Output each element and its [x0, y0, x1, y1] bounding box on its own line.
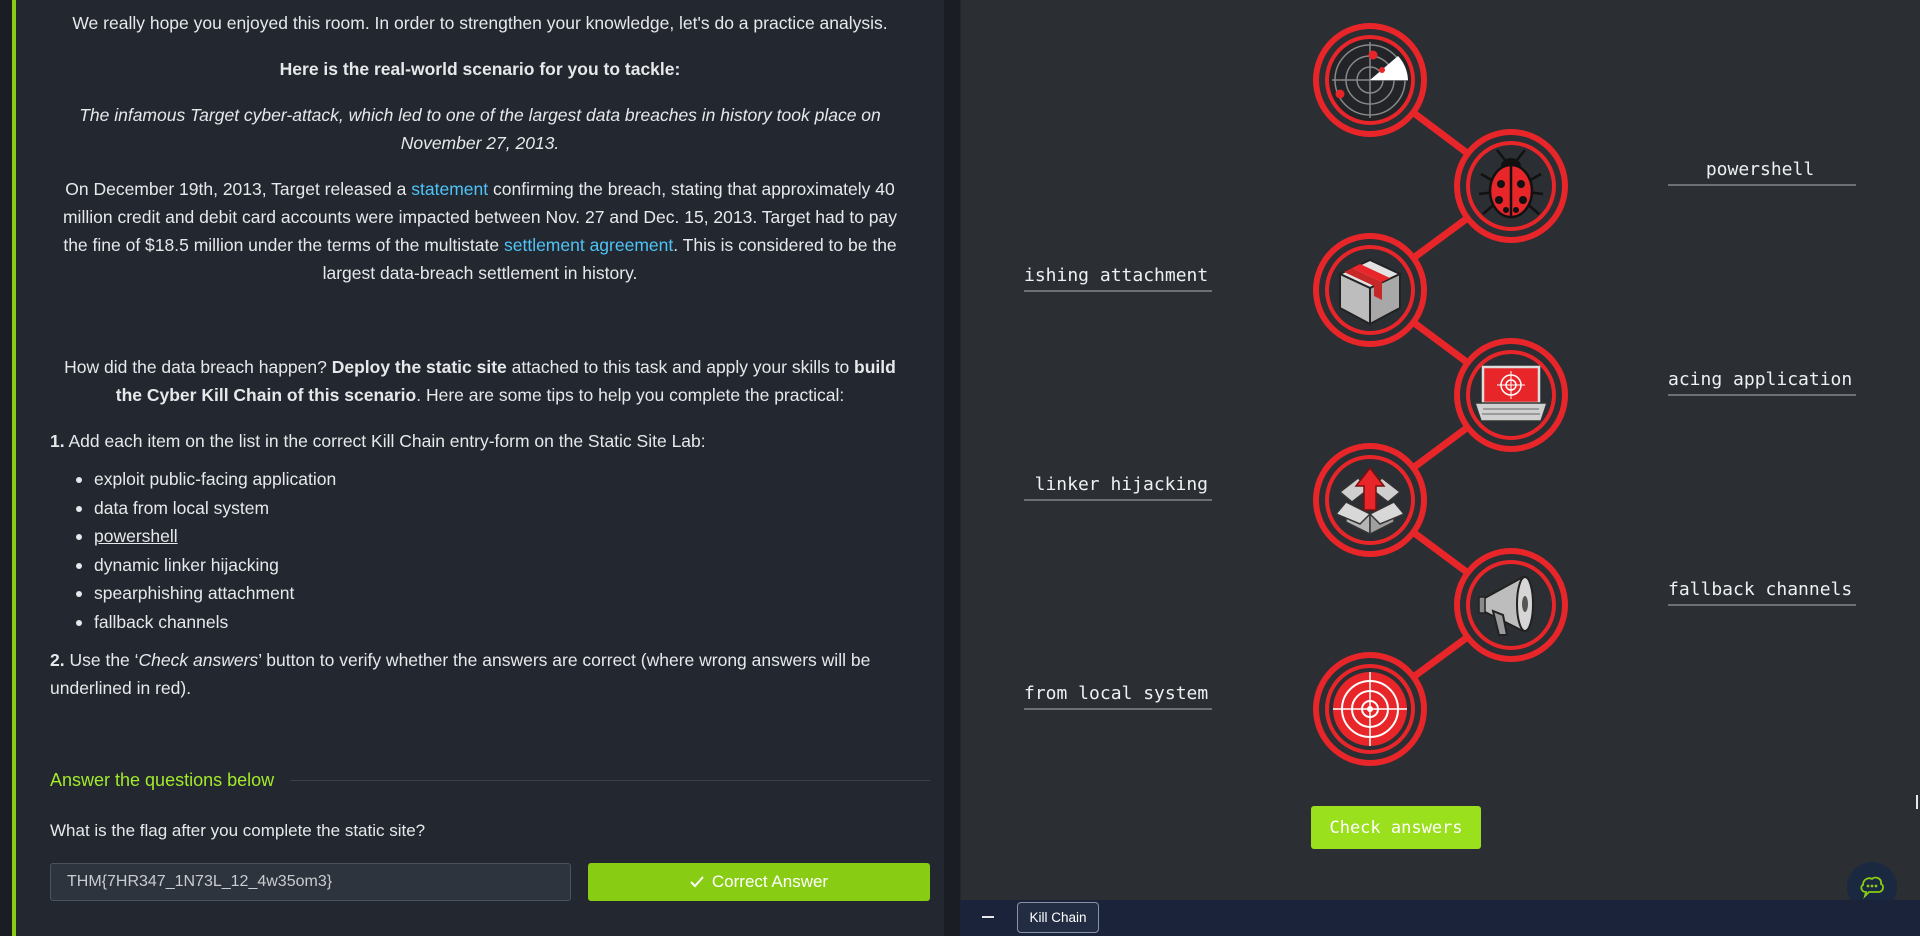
tip-1-number: 1. — [50, 431, 65, 451]
correct-answer-label: Correct Answer — [711, 872, 829, 891]
taskbar: Kill Chain — [960, 900, 1920, 936]
tip-2-italic: Check answers — [138, 650, 259, 670]
minimize-icon[interactable] — [982, 916, 994, 918]
question-text: What is the flag after you complete the … — [50, 821, 426, 840]
item-list: exploit public-facing application data f… — [76, 465, 910, 636]
static-site-lab: powershell ishing attachment acing appli… — [960, 0, 1920, 936]
instructions-paragraph: How did the data breach happen? Deploy t… — [50, 353, 910, 409]
breach-paragraph: On December 19th, 2013, Target released … — [50, 175, 910, 287]
instructions-text-2: attached to this task and apply your ski… — [506, 357, 855, 377]
laptop-target-icon — [1454, 338, 1568, 452]
list-item: spearphishing attachment — [76, 579, 910, 608]
settlement-agreement-link[interactable]: settlement agreement — [504, 235, 673, 255]
chat-bubble-icon — [1860, 876, 1884, 899]
list-item: data from local system — [76, 494, 910, 523]
tip-2-text-1: Use the ‘ — [64, 650, 139, 670]
check-answers-button[interactable]: Check answers — [1311, 806, 1481, 849]
instructions-text-3: . Here are some tips to help you complet… — [416, 385, 845, 405]
radar-icon — [1313, 23, 1427, 137]
questions-header: Answer the questions below — [50, 768, 930, 792]
slot-delivery[interactable]: powershell — [1668, 156, 1856, 186]
intro-text: We really hope you enjoyed this room. In… — [72, 13, 888, 33]
list-item: fallback channels — [76, 608, 910, 637]
slot-command-control[interactable]: fallback channels — [1668, 576, 1856, 606]
scrollbar-handle[interactable] — [1916, 795, 1918, 809]
tip-1-text: Add each item on the list in the correct… — [64, 431, 706, 451]
tip-2: 2. Use the ‘Check answers’ button to ver… — [50, 646, 910, 702]
correct-answer-button[interactable]: Correct Answer — [588, 863, 930, 901]
task-panel: We really hope you enjoyed this room. In… — [0, 0, 960, 936]
scenario-heading: Here is the real-world scenario for you … — [279, 59, 681, 79]
tip-2-number: 2. — [50, 650, 65, 670]
megaphone-icon — [1454, 548, 1568, 662]
slot-weaponization[interactable]: ishing attachment — [1024, 262, 1212, 292]
task-content: We really hope you enjoyed this room. In… — [16, 0, 944, 936]
checkmark-icon — [690, 876, 704, 888]
ladybug-icon — [1454, 129, 1568, 243]
slot-exploitation[interactable]: acing application — [1668, 366, 1856, 396]
list-item: exploit public-facing application — [76, 465, 910, 494]
instructions-bold-1: Deploy the static site — [331, 357, 507, 377]
questions-title: Answer the questions below — [50, 770, 275, 790]
statement-link[interactable]: statement — [411, 179, 488, 199]
breach-text-1: On December 19th, 2013, Target released … — [65, 179, 412, 199]
kill-chain-tab[interactable]: Kill Chain — [1017, 902, 1099, 933]
list-item: powershell — [76, 522, 910, 551]
open-box-arrow-icon — [1313, 443, 1427, 557]
target-icon — [1313, 652, 1427, 766]
instructions-text-1: How did the data breach happen? — [64, 357, 332, 377]
slot-actions-objectives[interactable]: from local system — [1024, 680, 1212, 710]
answer-input[interactable]: THM{7HR347_1N73L_12_4w35om3} — [50, 863, 571, 901]
tip-1: 1. Add each item on the list in the corr… — [50, 427, 910, 455]
package-icon — [1313, 233, 1427, 347]
questions-divider — [290, 779, 930, 781]
scenario-text: The infamous Target cyber-attack, which … — [79, 105, 881, 153]
slot-installation[interactable]: linker hijacking — [1024, 471, 1212, 501]
list-item: dynamic linker hijacking — [76, 551, 910, 580]
